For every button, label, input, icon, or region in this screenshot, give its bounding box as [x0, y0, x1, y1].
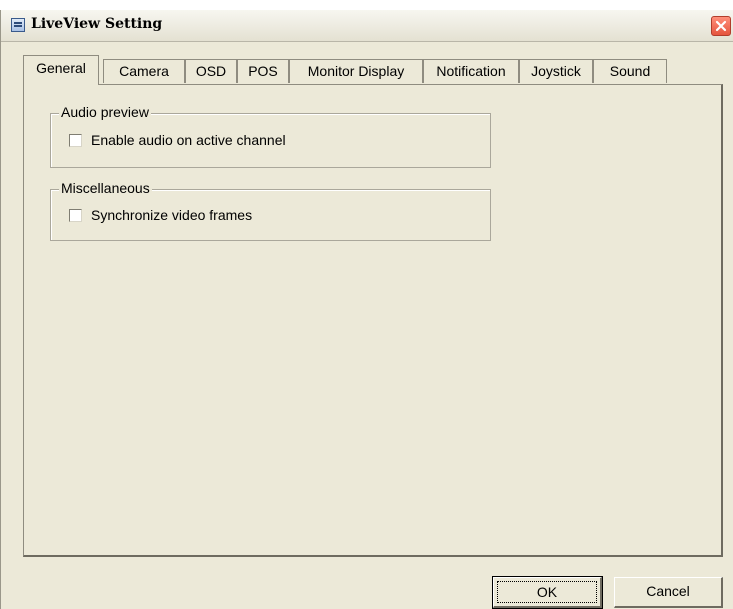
group-title-audio-preview: Audio preview	[59, 104, 151, 120]
enable-audio-label: Enable audio on active channel	[91, 132, 286, 148]
tab-label: Joystick	[531, 63, 581, 79]
settings-tabs: General Camera OSD POS Monitor Display N…	[23, 55, 723, 85]
settings-window-icon	[11, 18, 25, 32]
tab-label: Camera	[119, 63, 169, 79]
enable-audio-checkbox[interactable]	[69, 134, 82, 147]
tab-label: Notification	[436, 63, 506, 79]
synchronize-video-checkbox[interactable]	[69, 209, 82, 222]
group-title-miscellaneous: Miscellaneous	[59, 180, 152, 196]
synchronize-video-label: Synchronize video frames	[91, 207, 253, 223]
close-x-icon	[715, 20, 727, 32]
ok-focus-outline: OK	[497, 581, 597, 603]
cancel-button-label: Cancel	[646, 583, 690, 599]
tab-label: Sound	[609, 63, 651, 79]
tab-notification[interactable]: Notification	[423, 59, 519, 83]
ok-button-label: OK	[536, 584, 558, 600]
tab-label: General	[36, 60, 86, 76]
tab-osd[interactable]: OSD	[185, 59, 237, 83]
tab-label: OSD	[195, 63, 227, 79]
liveview-setting-dialog: LiveView Setting General Camera OSD POS …	[0, 10, 733, 609]
window-title: LiveView Setting	[31, 16, 163, 32]
tab-pos[interactable]: POS	[237, 59, 289, 83]
tab-general[interactable]: General	[23, 55, 99, 85]
general-tab-panel: Audio preview Enable audio on active cha…	[23, 84, 723, 557]
tab-sound[interactable]: Sound	[593, 59, 667, 83]
tab-label: POS	[248, 63, 278, 79]
ok-button[interactable]: OK	[492, 576, 603, 609]
miscellaneous-group: Miscellaneous Synchronize video frames	[50, 180, 491, 241]
tab-camera[interactable]: Camera	[103, 59, 185, 83]
tab-joystick[interactable]: Joystick	[519, 59, 593, 83]
audio-preview-group: Audio preview Enable audio on active cha…	[50, 104, 491, 168]
title-bar[interactable]: LiveView Setting	[1, 10, 733, 42]
close-button[interactable]	[711, 16, 731, 36]
cancel-button[interactable]: Cancel	[614, 577, 723, 608]
tab-label: Monitor Display	[307, 63, 405, 79]
tab-monitor-display[interactable]: Monitor Display	[289, 59, 423, 83]
